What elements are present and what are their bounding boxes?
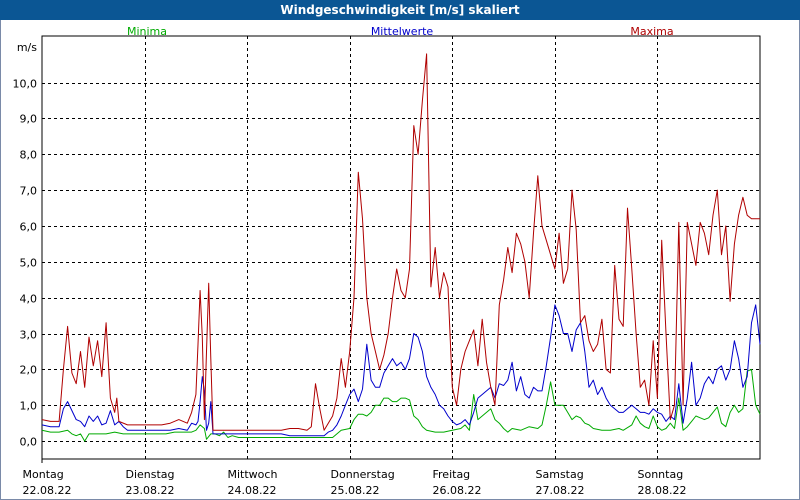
x-tick-day: Donnerstag bbox=[331, 468, 395, 481]
series-lines bbox=[41, 53, 761, 442]
legend-entry: Minima bbox=[127, 25, 167, 38]
y-tick-label: 10,0 bbox=[13, 78, 38, 91]
y-axis-unit: m/s bbox=[17, 41, 37, 54]
x-tick-day: Mittwoch bbox=[228, 468, 278, 481]
x-tick-day: Dienstag bbox=[126, 468, 175, 481]
y-tick-label: 6,0 bbox=[20, 221, 38, 234]
y-tick-label: 1,0 bbox=[20, 400, 38, 413]
y-tick-label: 5,0 bbox=[20, 257, 38, 270]
x-tick-date: 27.08.22 bbox=[536, 484, 585, 497]
y-tick-label: 2,0 bbox=[20, 364, 38, 377]
y-tick-label: 0,0 bbox=[20, 436, 38, 449]
x-tick-date: 26.08.22 bbox=[433, 484, 482, 497]
x-tick-date: 28.08.22 bbox=[638, 484, 687, 497]
x-tick-date: 24.08.22 bbox=[228, 484, 277, 497]
legend-entry: Maxima bbox=[630, 25, 673, 38]
wind-speed-chart: 0,0 1,0 2,0 3,0 4,0 5,0 6,0 7,0 8,0 9,0 10,0 m/s Mon… bbox=[13, 25, 761, 497]
legend-entry: Mittelwerte bbox=[371, 25, 434, 38]
series-line-maxima bbox=[41, 53, 760, 431]
y-tick-label: 9,0 bbox=[20, 113, 38, 126]
x-tick-date: 22.08.22 bbox=[23, 484, 72, 497]
grid bbox=[42, 36, 760, 459]
x-tick-day: Montag bbox=[23, 468, 64, 481]
plot-border bbox=[41, 35, 761, 460]
y-tick-label: 7,0 bbox=[20, 185, 38, 198]
series-line-mittelwerte bbox=[41, 304, 761, 437]
x-tick-day: Freitag bbox=[433, 468, 471, 481]
x-tick-day: Sonntag bbox=[638, 468, 684, 481]
x-tick-day: Samstag bbox=[536, 468, 584, 481]
y-tick-label: 4,0 bbox=[20, 293, 38, 306]
x-tick-date: 25.08.22 bbox=[331, 484, 380, 497]
y-tick-label: 8,0 bbox=[20, 149, 38, 162]
y-tick-label: 3,0 bbox=[20, 329, 38, 342]
x-tick-date: 23.08.22 bbox=[126, 484, 175, 497]
